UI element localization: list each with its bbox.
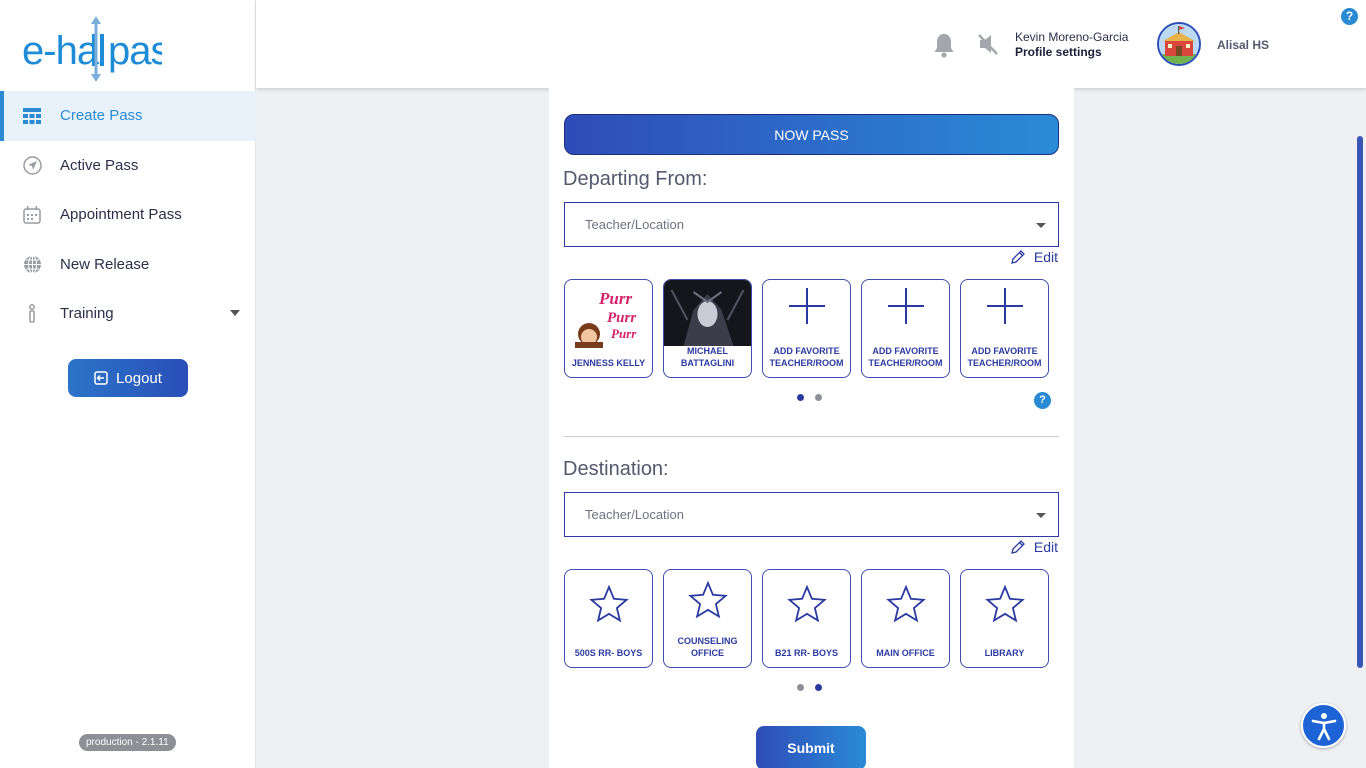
favorite-tile-michael-battaglini[interactable]: MICHAEL BATTAGLINI: [663, 279, 752, 378]
sidebar-item-appointment-pass[interactable]: Appointment Pass: [0, 190, 256, 240]
destination-select[interactable]: Teacher/Location: [564, 492, 1059, 537]
carousel-dot-2[interactable]: [815, 394, 822, 401]
departing-edit-link[interactable]: Edit: [1010, 249, 1058, 265]
pencil-icon: [1010, 540, 1025, 554]
tile-label: ADD FAVORITE TEACHER/ROOM: [967, 346, 1042, 368]
pencil-icon: [1010, 250, 1025, 264]
sidebar-item-label: Active Pass: [60, 156, 139, 174]
tile-label: MAIN OFFICE: [876, 648, 935, 658]
favorite-tile-jenness-kelly[interactable]: Purr Purr Purr JENNESS KELLY: [564, 279, 653, 378]
departing-from-label: Departing From:: [563, 168, 708, 190]
mute-icon[interactable]: [977, 32, 999, 61]
plus-icon: [986, 288, 1023, 324]
help-icon[interactable]: ?: [1341, 8, 1358, 25]
school-avatar[interactable]: [1157, 22, 1201, 66]
add-favorite-tile[interactable]: ADD FAVORITE TEACHER/ROOM: [861, 279, 950, 378]
bell-icon[interactable]: [933, 32, 955, 63]
tile-label: 500S RR- BOYS: [574, 648, 643, 658]
chevron-down-icon: [1036, 223, 1046, 228]
add-favorite-tile[interactable]: ADD FAVORITE TEACHER/ROOM: [762, 279, 851, 378]
sidebar-item-label: New Release: [60, 255, 150, 273]
departing-placeholder: Teacher/Location: [585, 217, 685, 232]
star-icon: [687, 580, 728, 619]
destination-favorite-tile[interactable]: COUNSELING OFFICE: [663, 569, 752, 668]
logout-button[interactable]: Logout: [68, 359, 188, 397]
logout-label: Logout: [116, 369, 162, 387]
globe-icon: [22, 254, 42, 274]
vertical-scrollbar[interactable]: [1357, 136, 1363, 668]
school-building-icon: [1159, 24, 1199, 64]
destination-favorite-tile[interactable]: B21 RR- BOYS: [762, 569, 851, 668]
sidebar-item-training[interactable]: Training: [0, 289, 256, 339]
destination-placeholder: Teacher/Location: [585, 507, 685, 522]
destination-label: Destination:: [563, 458, 669, 480]
tile-label: ADD FAVORITE TEACHER/ROOM: [769, 346, 844, 368]
destination-favorite-tile[interactable]: MAIN OFFICE: [861, 569, 950, 668]
calendar-icon: [22, 205, 42, 225]
tile-label: JENNESS KELLY: [571, 358, 646, 368]
chevron-down-icon[interactable]: [230, 310, 240, 316]
grid-icon: [22, 106, 42, 126]
star-icon: [984, 584, 1025, 623]
sidebar-item-new-release[interactable]: New Release: [0, 240, 256, 290]
tile-label: MICHAEL BATTAGLINI: [680, 346, 735, 368]
cat-avatar-icon: Purr Purr Purr: [574, 289, 637, 348]
svg-text:Purr: Purr: [607, 310, 636, 326]
info-icon: [22, 304, 42, 324]
departing-carousel-dots: [797, 394, 822, 401]
sidebar-item-label: Create Pass: [60, 107, 143, 125]
sidebar: e-hallpass e-ha pass Create Pass Active …: [0, 0, 256, 768]
profile-photo-icon: [664, 280, 751, 346]
submit-button[interactable]: Submit: [756, 726, 866, 768]
edit-label: Edit: [1033, 539, 1058, 555]
tile-label: B21 RR- BOYS: [774, 648, 838, 658]
destination-favorite-tile[interactable]: 500S RR- BOYS: [564, 569, 653, 668]
plus-icon: [887, 288, 924, 324]
star-icon: [885, 584, 926, 623]
version-badge: production - 2.1.11: [79, 734, 176, 751]
destination-favorite-tile[interactable]: LIBRARY: [960, 569, 1049, 668]
svg-text:Purr: Purr: [611, 326, 637, 341]
sidebar-item-active-pass[interactable]: Active Pass: [0, 141, 256, 191]
add-favorite-tile[interactable]: ADD FAVORITE TEACHER/ROOM: [960, 279, 1049, 378]
send-icon: [22, 155, 42, 175]
logout-icon: [94, 371, 108, 385]
tile-label: ADD FAVORITE TEACHER/ROOM: [868, 346, 943, 368]
chevron-down-icon: [1036, 513, 1046, 518]
sidebar-item-label: Training: [60, 305, 114, 323]
plus-icon: [788, 288, 825, 324]
carousel-dot-2[interactable]: [815, 684, 822, 691]
svg-text:Purr: Purr: [598, 289, 632, 308]
accessibility-icon: [1311, 712, 1336, 740]
destination-edit-link[interactable]: Edit: [1010, 539, 1058, 555]
star-icon: [786, 584, 827, 623]
tile-label: LIBRARY: [984, 648, 1025, 658]
carousel-dot-1[interactable]: [797, 394, 804, 401]
departing-from-select[interactable]: Teacher/Location: [564, 202, 1059, 247]
profile-settings-link[interactable]: Profile settings: [1015, 45, 1102, 59]
user-name: Kevin Moreno-Garcia: [1015, 30, 1129, 44]
help-icon[interactable]: ?: [1034, 392, 1051, 409]
e-hallpass-logo[interactable]: e-hallpass e-ha pass: [22, 14, 190, 84]
carousel-dot-1[interactable]: [797, 684, 804, 691]
section-divider: [564, 436, 1059, 437]
sidebar-item-label: Appointment Pass: [60, 206, 182, 224]
top-header: Kevin Moreno-Garcia Profile settings Ali…: [256, 0, 1366, 88]
edit-label: Edit: [1033, 249, 1058, 265]
star-icon: [588, 584, 629, 623]
sidebar-item-create-pass[interactable]: Create Pass: [0, 91, 256, 141]
sidebar-nav: Create Pass Active Pass Appointment Pass…: [0, 91, 256, 339]
now-pass-button[interactable]: NOW PASS: [564, 114, 1059, 155]
destination-carousel-dots: [797, 684, 822, 691]
school-name: Alisal HS: [1217, 38, 1270, 52]
create-pass-card: NOW PASS Departing From: Teacher/Locatio…: [549, 88, 1074, 768]
tile-label: COUNSELING OFFICE: [677, 636, 738, 658]
accessibility-button[interactable]: [1301, 703, 1346, 748]
